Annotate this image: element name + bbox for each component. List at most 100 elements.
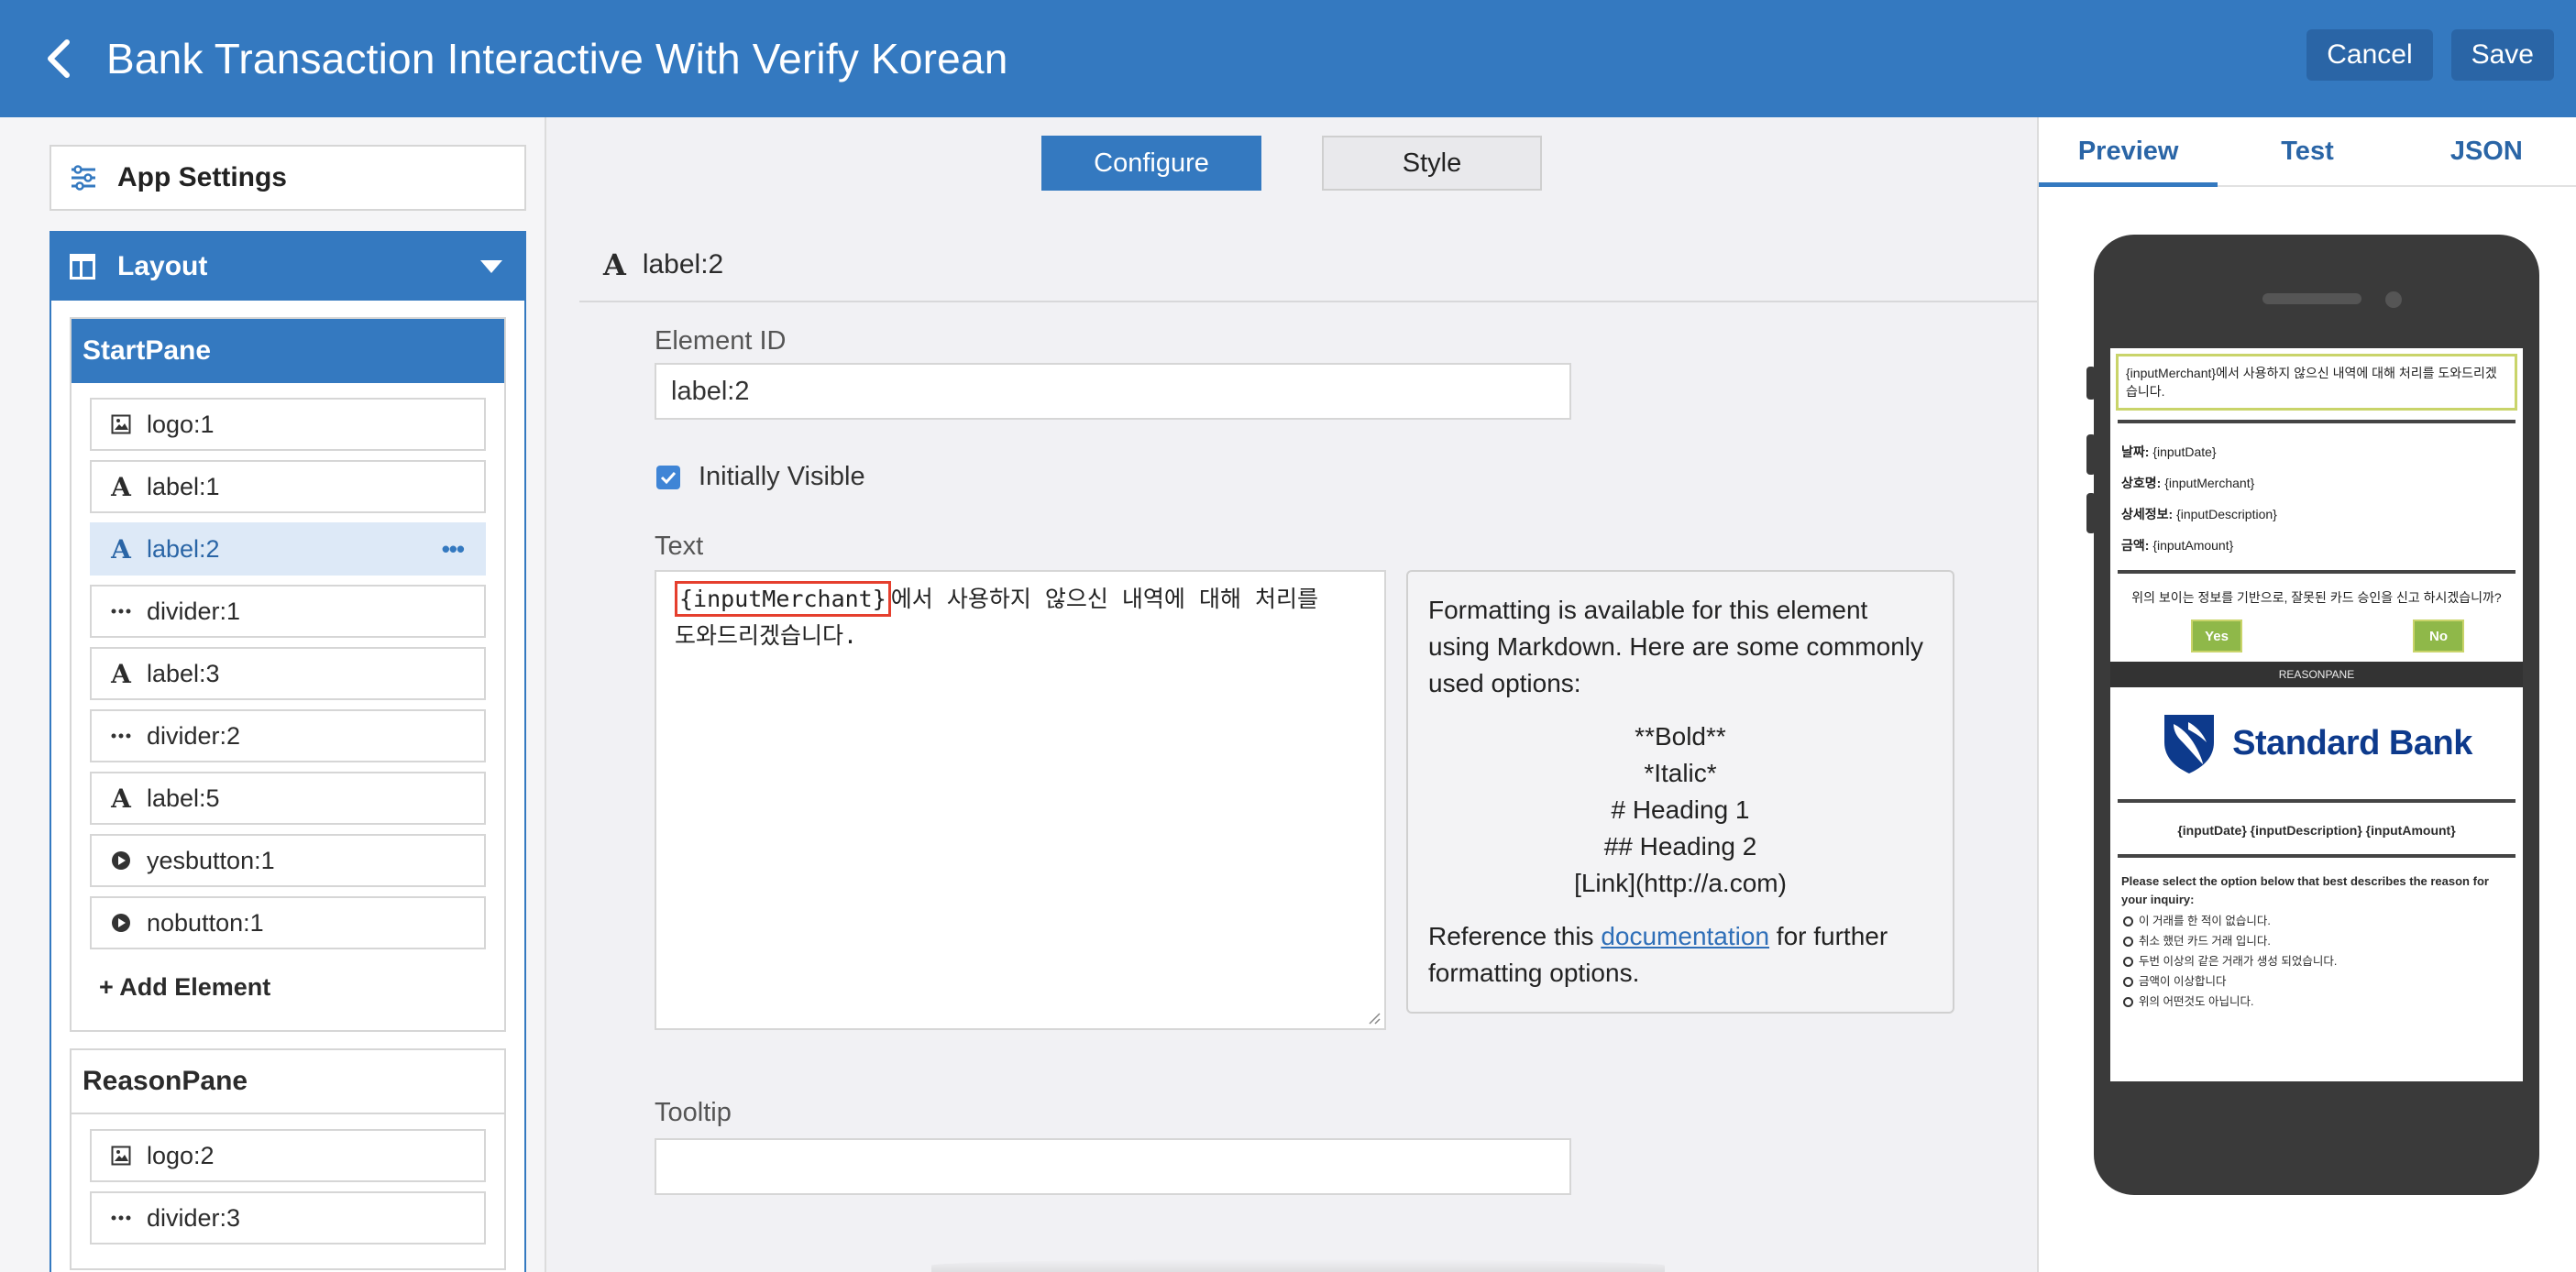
preview-question: 위의 보이는 정보를 기반으로, 잘못된 카드 승인을 신고 하시겠습니까? bbox=[2131, 590, 2502, 605]
element-item-label: label:3 bbox=[147, 659, 220, 687]
layout-header[interactable]: Layout bbox=[51, 233, 524, 301]
option-radio[interactable]: 위의 어떤것도 아닙니다. bbox=[2123, 992, 2510, 1012]
element-item-divider-3[interactable]: divider:3 bbox=[90, 1191, 486, 1245]
preview-fields: 날짜: {inputDate} 상호명: {inputMerchant} 상세정… bbox=[2110, 423, 2523, 570]
element-item-label: label:2 bbox=[147, 534, 220, 563]
help-line-h2: ## Heading 2 bbox=[1603, 832, 1757, 861]
tab-preview[interactable]: Preview bbox=[2039, 117, 2218, 187]
element-item-label-2[interactable]: A label:2 ••• bbox=[90, 522, 486, 576]
editor-panel: Configure Style A label:2 Element ID lab… bbox=[546, 117, 2037, 1272]
pane-reasonpane: ReasonPane logo:2 divider:3 bbox=[70, 1048, 506, 1270]
text-icon: A bbox=[603, 247, 626, 282]
phone-frame: {inputMerchant}에서 사용하지 않으신 내역에 대해 처리를 도와… bbox=[2086, 235, 2539, 1195]
radio-icon bbox=[2123, 916, 2133, 927]
field-key: 상세정보: bbox=[2121, 507, 2174, 521]
preview-message: {inputMerchant}에서 사용하지 않으신 내역에 대해 처리를 도와… bbox=[2116, 354, 2517, 411]
initially-visible-label: Initially Visible bbox=[699, 462, 865, 491]
field-value: {inputDate} bbox=[2152, 444, 2217, 459]
more-options-icon[interactable]: ••• bbox=[442, 535, 465, 564]
preview-pane-label: REASONPANE bbox=[2110, 662, 2523, 687]
element-item-label: nobutton:1 bbox=[147, 908, 264, 937]
pane-title[interactable]: ReasonPane bbox=[72, 1050, 504, 1114]
help-ref-prefix: Reference this bbox=[1428, 922, 1602, 950]
back-button[interactable] bbox=[31, 31, 86, 86]
text-line-2: 도와드리겠습니다. bbox=[675, 622, 858, 649]
field-key: 상호명: bbox=[2121, 476, 2162, 490]
pane-title[interactable]: StartPane bbox=[72, 319, 504, 383]
play-icon bbox=[105, 850, 138, 871]
documentation-link[interactable]: documentation bbox=[1601, 922, 1769, 950]
element-id-label: Element ID bbox=[655, 326, 787, 356]
text-label: Text bbox=[655, 532, 704, 561]
text-icon: A bbox=[111, 533, 131, 565]
chevron-down-icon bbox=[480, 260, 502, 273]
radio-icon bbox=[2123, 936, 2133, 947]
element-item-logo-1[interactable]: logo:1 bbox=[90, 398, 486, 451]
element-item-nobutton-1[interactable]: nobutton:1 bbox=[90, 896, 486, 949]
sliders-icon bbox=[72, 165, 95, 191]
preview-no-button[interactable]: No bbox=[2413, 620, 2464, 652]
element-item-divider-1[interactable]: divider:1 bbox=[90, 585, 486, 638]
tab-test[interactable]: Test bbox=[2218, 117, 2396, 185]
help-line-h1: # Heading 1 bbox=[1611, 795, 1750, 824]
app-header: Bank Transaction Interactive With Verify… bbox=[0, 0, 2576, 117]
field-value: {inputMerchant} bbox=[2164, 476, 2255, 490]
phone-speaker bbox=[2262, 293, 2361, 304]
element-header: A label:2 bbox=[579, 229, 2037, 302]
element-title: label:2 bbox=[642, 249, 724, 280]
editor-tabs: Configure Style bbox=[1041, 136, 1542, 191]
tooltip-input[interactable] bbox=[655, 1138, 1571, 1195]
element-item-label: divider:1 bbox=[147, 597, 241, 625]
tab-style[interactable]: Style bbox=[1322, 136, 1542, 191]
text-icon: A bbox=[111, 471, 131, 502]
initially-visible-row[interactable]: Initially Visible bbox=[656, 462, 865, 492]
preview-vars: {inputDate} {inputDescription} {inputAmo… bbox=[2177, 823, 2456, 838]
option-label: 이 거래를 한 적이 없습니다. bbox=[2139, 915, 2271, 927]
help-line-bold: **Bold** bbox=[1635, 722, 1726, 751]
option-radio[interactable]: 두번 이상의 같은 거래가 생성 되었습니다. bbox=[2123, 951, 2510, 971]
element-item-label: yesbutton:1 bbox=[147, 846, 275, 874]
preview-yes-button[interactable]: Yes bbox=[2191, 620, 2242, 652]
phone-side-button bbox=[2086, 493, 2096, 533]
initially-visible-checkbox[interactable] bbox=[656, 465, 680, 489]
play-icon bbox=[105, 913, 138, 933]
help-line-link: [Link](http://a.com) bbox=[1574, 869, 1787, 897]
element-item-label-5[interactable]: A label:5 bbox=[90, 772, 486, 825]
field-value: {inputAmount} bbox=[2152, 538, 2234, 553]
option-label: 위의 어떤것도 아닙니다. bbox=[2139, 995, 2254, 1008]
cancel-button[interactable]: Cancel bbox=[2306, 29, 2433, 81]
element-item-label-1[interactable]: A label:1 bbox=[90, 460, 486, 513]
element-item-label-3[interactable]: A label:3 bbox=[90, 647, 486, 700]
radio-icon bbox=[2123, 996, 2133, 1007]
option-radio[interactable]: 취소 했던 카드 거래 입니다. bbox=[2123, 931, 2510, 951]
text-icon: A bbox=[111, 658, 131, 689]
tooltip-label: Tooltip bbox=[655, 1098, 732, 1127]
element-item-label: logo:2 bbox=[147, 1141, 215, 1169]
pane-startpane: StartPane logo:1 A label:1 A label:2 ••• bbox=[70, 317, 506, 1032]
element-item-yesbutton-1[interactable]: yesbutton:1 bbox=[90, 834, 486, 887]
chevron-left-icon bbox=[48, 39, 70, 78]
resize-handle-icon[interactable] bbox=[1366, 1010, 1381, 1025]
preview-panel: Preview Test JSON {inputMerchant}에서 사용하지… bbox=[2037, 117, 2576, 1272]
element-id-input[interactable]: label:2 bbox=[655, 363, 1571, 420]
add-element-button[interactable]: + Add Element bbox=[90, 959, 486, 1015]
tab-configure[interactable]: Configure bbox=[1041, 136, 1261, 191]
field-key: 날짜: bbox=[2121, 444, 2150, 459]
help-line-italic: *Italic* bbox=[1644, 759, 1717, 787]
option-radio[interactable]: 금액이 이상합니다 bbox=[2123, 971, 2510, 992]
check-icon bbox=[660, 471, 677, 484]
shield-logo-icon bbox=[2164, 715, 2215, 773]
field-value: {inputDescription} bbox=[2176, 507, 2277, 521]
element-item-divider-2[interactable]: divider:2 bbox=[90, 709, 486, 762]
element-item-label: divider:3 bbox=[147, 1203, 241, 1232]
option-radio[interactable]: 이 거래를 한 적이 없습니다. bbox=[2123, 911, 2510, 931]
save-button[interactable]: Save bbox=[2450, 29, 2554, 81]
tab-json[interactable]: JSON bbox=[2397, 117, 2576, 185]
page-title: Bank Transaction Interactive With Verify… bbox=[106, 35, 1008, 82]
scroll-shadow bbox=[931, 1259, 1665, 1272]
preview-reason-prompt: Please select the option below that best… bbox=[2121, 874, 2489, 906]
element-item-logo-2[interactable]: logo:2 bbox=[90, 1129, 486, 1182]
text-editor[interactable]: {inputMerchant} 에서 사용하지 않으신 내역에 대해 처리를 도와… bbox=[655, 570, 1386, 1030]
app-settings-button[interactable]: App Settings bbox=[50, 145, 526, 211]
image-icon bbox=[105, 1146, 138, 1166]
